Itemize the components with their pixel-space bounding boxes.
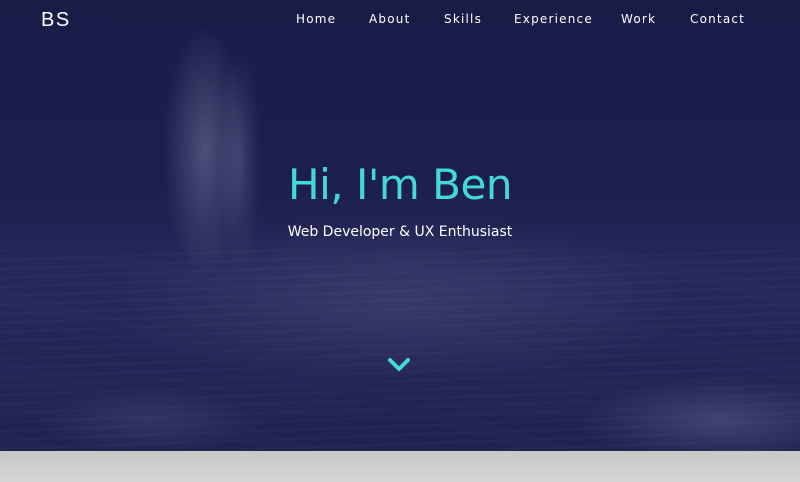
nav-item-skills[interactable]: Skills (444, 12, 482, 26)
nav-item-home[interactable]: Home (296, 12, 336, 26)
site-logo[interactable]: BS (41, 9, 71, 32)
nav-item-work[interactable]: Work (621, 12, 656, 26)
nav-item-experience[interactable]: Experience (514, 12, 593, 26)
next-section-edge (0, 451, 800, 482)
scroll-down-button[interactable] (386, 355, 412, 375)
top-navigation: BS Home About Skills Experience Work Con… (0, 0, 800, 38)
chevron-down-icon (388, 358, 410, 371)
nav-item-about[interactable]: About (369, 12, 410, 26)
hero-subtitle: Web Developer & UX Enthusiast (287, 224, 513, 240)
hero-section: BS Home About Skills Experience Work Con… (0, 0, 800, 451)
nav-item-contact[interactable]: Contact (690, 12, 745, 26)
hero-headline: Hi, I'm Ben (288, 160, 512, 209)
